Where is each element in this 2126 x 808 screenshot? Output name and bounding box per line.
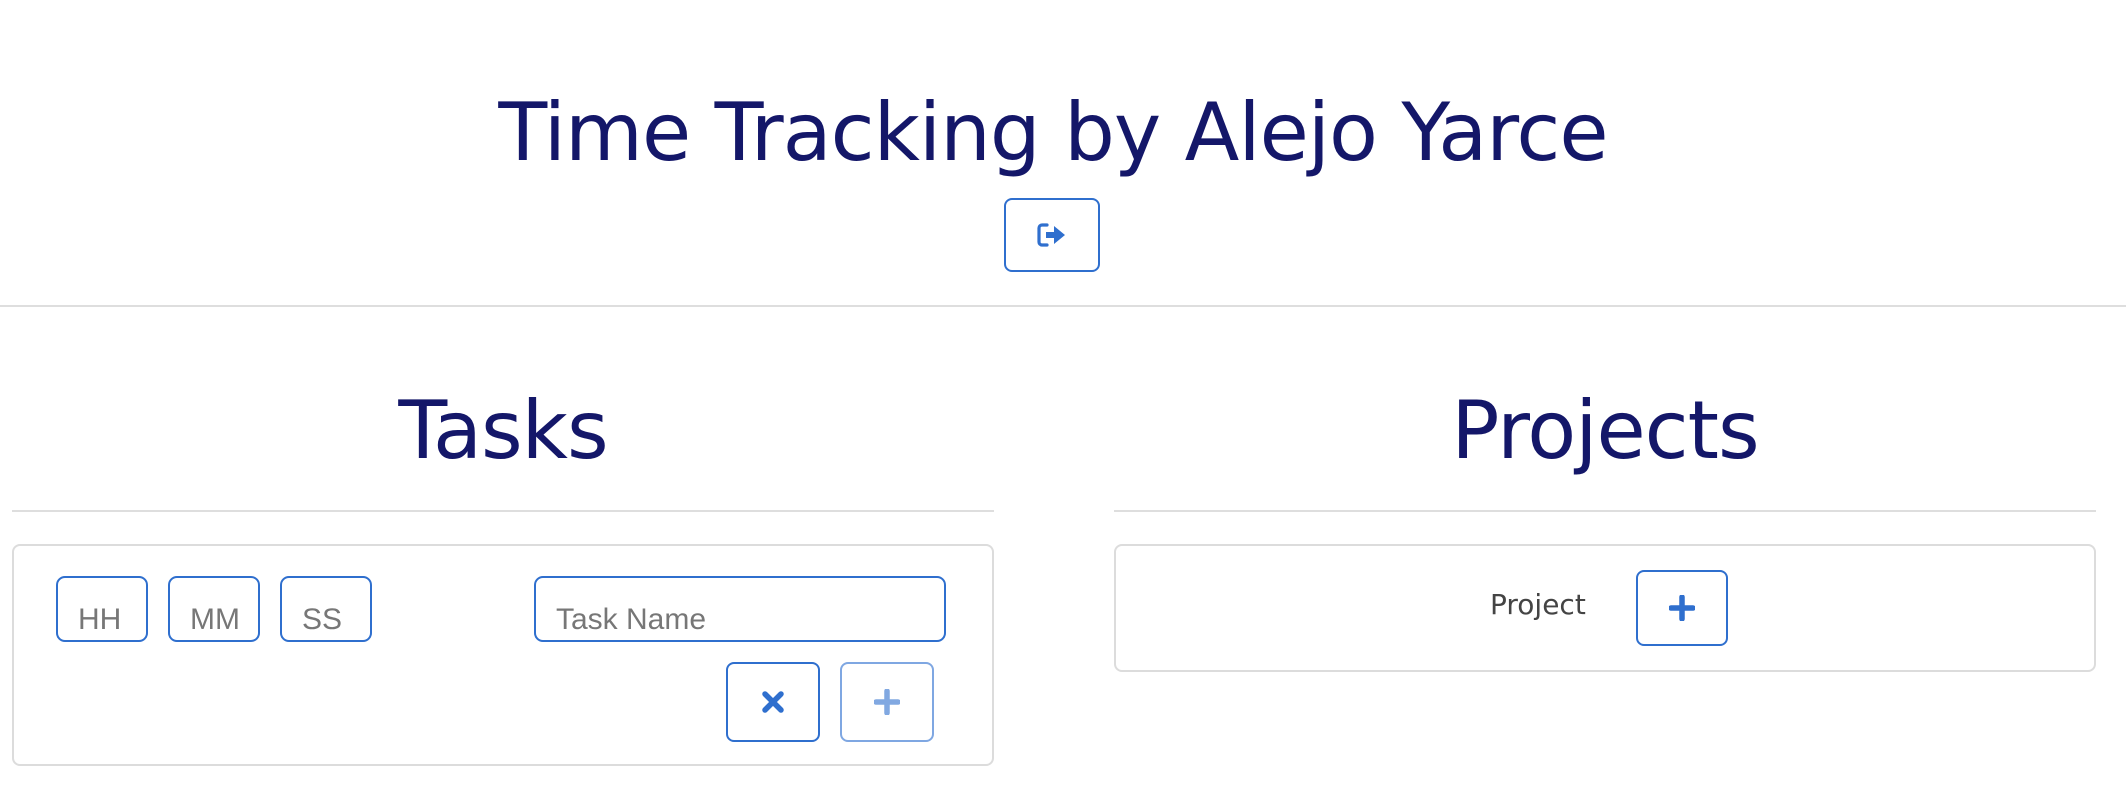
times-icon xyxy=(762,691,784,713)
sign-out-icon xyxy=(1037,223,1065,247)
tasks-title: Tasks xyxy=(398,384,608,477)
project-label: Project xyxy=(1490,588,1586,621)
task-name-input[interactable] xyxy=(534,576,946,642)
plus-icon xyxy=(874,689,900,715)
tasks-divider xyxy=(12,510,994,512)
header-divider xyxy=(0,305,2126,307)
hours-input[interactable] xyxy=(56,576,148,642)
minutes-input[interactable] xyxy=(168,576,260,642)
projects-title: Projects xyxy=(1451,384,1759,477)
projects-divider xyxy=(1114,510,2096,512)
plus-icon xyxy=(1669,595,1695,621)
seconds-input[interactable] xyxy=(280,576,372,642)
task-form-card xyxy=(12,544,994,766)
logout-button[interactable] xyxy=(1004,198,1100,272)
add-project-button[interactable] xyxy=(1636,570,1728,646)
project-form-card: Project xyxy=(1114,544,2096,672)
cancel-task-button[interactable] xyxy=(726,662,820,742)
add-task-button[interactable] xyxy=(840,662,934,742)
app-title: Time Tracking by Alejo Yarce xyxy=(498,86,1608,179)
page-header: Time Tracking by Alejo Yarce xyxy=(0,0,2126,306)
